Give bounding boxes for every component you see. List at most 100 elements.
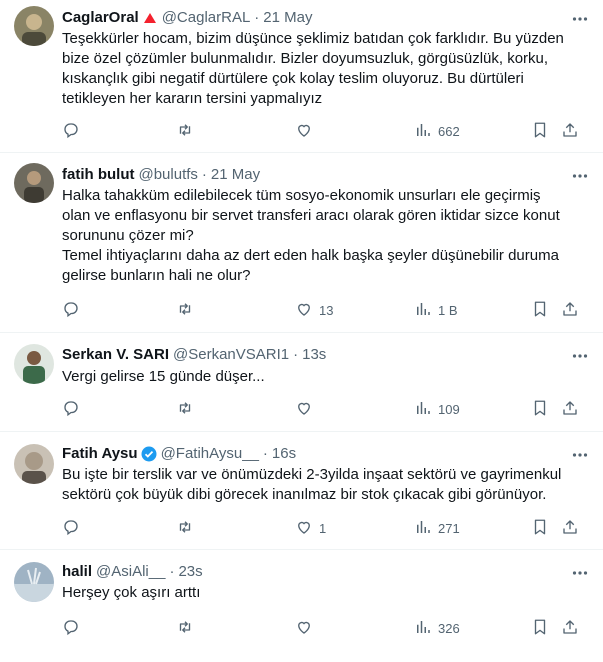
bookmark-button[interactable] bbox=[531, 518, 549, 538]
share-icon bbox=[561, 518, 579, 539]
timestamp[interactable]: 16s bbox=[272, 444, 296, 464]
tweet-header: Fatih Aysu @FatihAysu__ · 16s bbox=[62, 444, 563, 464]
avatar[interactable] bbox=[14, 562, 54, 602]
retweet-icon bbox=[176, 399, 194, 420]
retweet-button[interactable] bbox=[176, 518, 200, 538]
tweet[interactable]: CaglarOral @CaglarRAL · 21 May Teşekkürl… bbox=[0, 0, 603, 153]
views-button[interactable]: 271 bbox=[414, 518, 460, 538]
bookmark-icon bbox=[531, 121, 549, 142]
views-icon bbox=[414, 300, 432, 321]
bookmark-icon bbox=[531, 300, 549, 321]
reply-button[interactable] bbox=[62, 121, 86, 141]
separator-dot: · bbox=[169, 563, 175, 580]
author-handle[interactable]: @AsiAli__ bbox=[96, 562, 165, 582]
retweet-icon bbox=[176, 121, 194, 142]
views-button[interactable]: 326 bbox=[414, 618, 460, 638]
author-name[interactable]: Fatih Aysu bbox=[62, 444, 138, 464]
tweet-text: Halka tahakküm edilebilecek tüm sosyo-ek… bbox=[62, 187, 560, 284]
share-button[interactable] bbox=[561, 618, 579, 638]
action-bar: 326 bbox=[62, 618, 592, 638]
author-name[interactable]: halil bbox=[62, 562, 92, 582]
view-count: 1 B bbox=[438, 302, 458, 318]
author-handle[interactable]: @FatihAysu__ bbox=[161, 444, 259, 464]
like-button[interactable]: 13 bbox=[295, 300, 333, 320]
share-icon bbox=[561, 300, 579, 321]
retweet-button[interactable] bbox=[176, 300, 200, 320]
view-count: 326 bbox=[438, 620, 460, 636]
like-button[interactable]: 1 bbox=[295, 518, 326, 538]
reply-button[interactable] bbox=[62, 518, 86, 538]
share-button[interactable] bbox=[561, 121, 579, 141]
retweet-button[interactable] bbox=[176, 121, 200, 141]
views-button[interactable]: 662 bbox=[414, 121, 460, 141]
retweet-icon bbox=[176, 618, 194, 639]
tweet[interactable]: Fatih Aysu @FatihAysu__ · 16s Bu işte bi… bbox=[0, 432, 603, 550]
reply-button[interactable] bbox=[62, 399, 86, 419]
author-name[interactable]: fatih bulut bbox=[62, 165, 134, 185]
like-button[interactable] bbox=[295, 618, 319, 638]
avatar[interactable] bbox=[14, 6, 54, 46]
action-bar: 13 1 B bbox=[62, 300, 592, 320]
share-button[interactable] bbox=[561, 518, 579, 538]
bookmark-button[interactable] bbox=[531, 399, 549, 419]
reply-button[interactable] bbox=[62, 300, 86, 320]
author-handle[interactable]: @SerkanVSARI1 bbox=[173, 345, 289, 365]
more-icon[interactable] bbox=[571, 446, 589, 464]
reply-icon bbox=[62, 399, 80, 420]
author-name[interactable]: Serkan V. SARI bbox=[62, 345, 169, 365]
share-button[interactable] bbox=[561, 300, 579, 320]
like-icon bbox=[295, 300, 313, 321]
more-icon[interactable] bbox=[571, 167, 589, 185]
views-icon bbox=[414, 121, 432, 142]
tweet-header: halil @AsiAli__ · 23s bbox=[62, 562, 563, 582]
author-handle[interactable]: @bulutfs bbox=[138, 165, 197, 185]
bookmark-button[interactable] bbox=[531, 618, 549, 638]
reply-button[interactable] bbox=[62, 618, 86, 638]
reply-icon bbox=[62, 618, 80, 639]
tweet-header: Serkan V. SARI @SerkanVSARI1 · 13s bbox=[62, 345, 563, 365]
share-button[interactable] bbox=[561, 399, 579, 419]
views-button[interactable]: 1 B bbox=[414, 300, 458, 320]
avatar[interactable] bbox=[14, 444, 54, 484]
bookmark-button[interactable] bbox=[531, 121, 549, 141]
bookmark-icon bbox=[531, 618, 549, 639]
bookmark-button[interactable] bbox=[531, 300, 549, 320]
like-icon bbox=[295, 618, 313, 639]
separator-dot: · bbox=[254, 9, 260, 26]
timestamp[interactable]: 21 May bbox=[211, 165, 260, 185]
avatar[interactable] bbox=[14, 163, 54, 203]
action-bar: 1 271 bbox=[62, 518, 592, 538]
tweet[interactable]: Serkan V. SARI @SerkanVSARI1 · 13s Vergi… bbox=[0, 333, 603, 432]
verified-badge-icon bbox=[141, 446, 157, 462]
tweet-header: fatih bulut @bulutfs · 21 May bbox=[62, 165, 563, 185]
retweet-icon bbox=[176, 300, 194, 321]
tweet-header: CaglarOral @CaglarRAL · 21 May bbox=[62, 8, 563, 28]
timestamp[interactable]: 23s bbox=[178, 562, 202, 582]
more-icon[interactable] bbox=[571, 564, 589, 582]
author-handle[interactable]: @CaglarRAL bbox=[162, 8, 251, 28]
tweet[interactable]: halil @AsiAli__ · 23s Herşey çok aşırı a… bbox=[0, 550, 603, 662]
like-icon bbox=[295, 399, 313, 420]
like-button[interactable] bbox=[295, 121, 319, 141]
timestamp[interactable]: 21 May bbox=[263, 8, 312, 28]
warning-triangle-icon bbox=[142, 10, 158, 26]
timestamp[interactable]: 13s bbox=[302, 345, 326, 365]
like-count: 1 bbox=[319, 520, 327, 536]
retweet-button[interactable] bbox=[176, 399, 200, 419]
views-icon bbox=[414, 618, 432, 639]
share-icon bbox=[561, 618, 579, 639]
more-icon[interactable] bbox=[571, 10, 589, 28]
avatar[interactable] bbox=[14, 344, 54, 384]
retweet-icon bbox=[176, 518, 194, 539]
tweet[interactable]: fatih bulut @bulutfs · 21 May Halka taha… bbox=[0, 153, 603, 333]
views-icon bbox=[414, 399, 432, 420]
reply-icon bbox=[62, 300, 80, 321]
more-icon[interactable] bbox=[571, 347, 589, 365]
like-button[interactable] bbox=[295, 399, 319, 419]
like-icon bbox=[295, 518, 313, 539]
separator-dot: · bbox=[293, 346, 299, 363]
retweet-button[interactable] bbox=[176, 618, 200, 638]
author-name[interactable]: CaglarOral bbox=[62, 8, 139, 28]
views-button[interactable]: 109 bbox=[414, 399, 460, 419]
view-count: 662 bbox=[438, 123, 460, 139]
